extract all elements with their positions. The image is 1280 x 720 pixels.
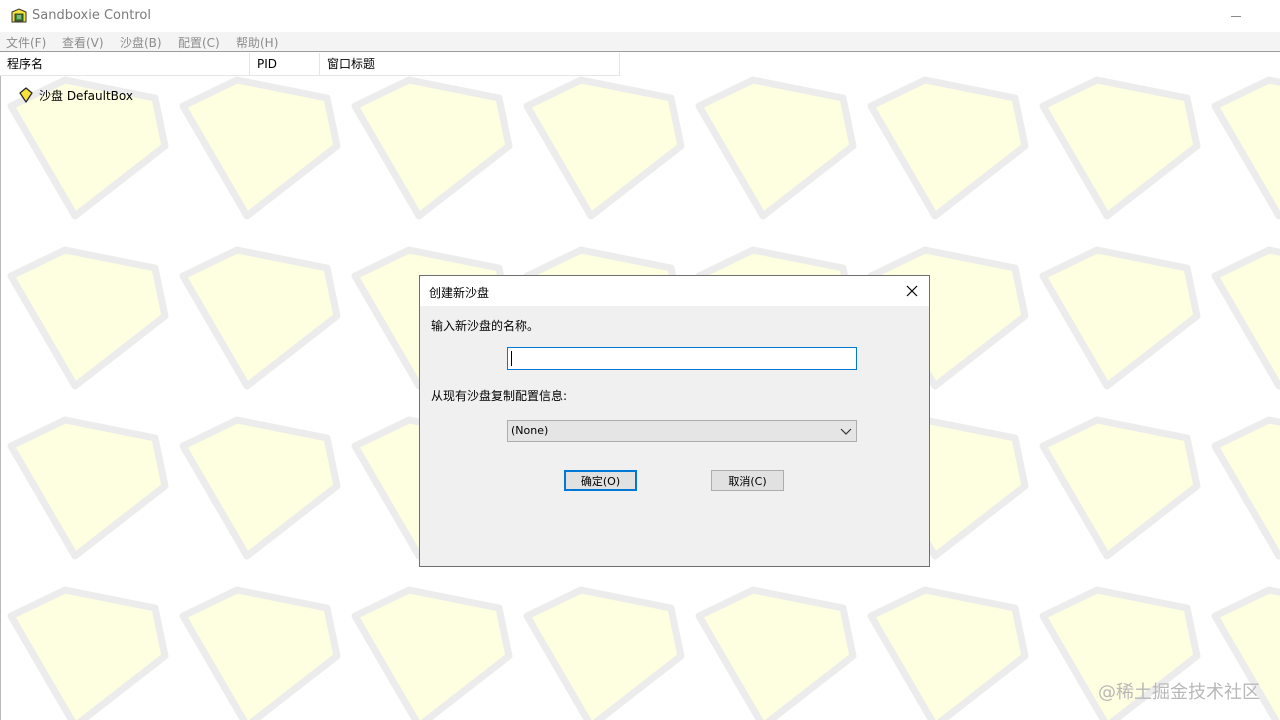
column-program-name[interactable]: 程序名 xyxy=(0,53,250,75)
copy-from-selected-value: (None) xyxy=(511,424,549,437)
text-caret xyxy=(511,351,512,366)
copy-config-prompt: 从现有沙盘复制配置信息: xyxy=(431,389,568,403)
app-title: Sandboxie Control xyxy=(32,8,151,23)
tree-item-defaultbox[interactable]: 沙盘 DefaultBox xyxy=(18,86,133,104)
menu-configure[interactable]: 配置(C) xyxy=(178,34,220,51)
maximize-button[interactable] xyxy=(1256,0,1280,32)
menu-file[interactable]: 文件(F) xyxy=(6,34,46,51)
dialog-title-bar: 创建新沙盘 xyxy=(420,276,929,306)
minimize-icon xyxy=(1231,15,1241,17)
sandbox-name-input[interactable] xyxy=(507,347,857,370)
tree-item-label: 沙盘 DefaultBox xyxy=(39,88,133,103)
menu-sandbox[interactable]: 沙盘(B) xyxy=(120,34,162,51)
column-pid[interactable]: PID xyxy=(250,53,320,75)
site-watermark: @稀土掘金技术社区 xyxy=(1098,682,1260,703)
sandbox-diamond-icon xyxy=(19,87,33,103)
create-sandbox-dialog: 创建新沙盘 输入新沙盘的名称。 从现有沙盘复制配置信息: (None) 确定(O… xyxy=(419,275,930,567)
sandboxie-control-window: Sandboxie Control 文件(F) 查看(V) 沙盘(B) 配置(C… xyxy=(0,0,1280,720)
cancel-button[interactable]: 取消(C) xyxy=(711,470,784,491)
chevron-down-icon xyxy=(840,428,852,435)
sandboxie-icon xyxy=(11,8,27,23)
minimize-button[interactable] xyxy=(1216,0,1256,32)
column-window-title[interactable]: 窗口标题 xyxy=(320,53,620,75)
ok-button[interactable]: 确定(O) xyxy=(564,470,637,491)
title-bar: Sandboxie Control xyxy=(0,0,1280,32)
dialog-close-button[interactable] xyxy=(898,280,926,302)
window-left-border xyxy=(0,53,1,720)
dialog-title: 创建新沙盘 xyxy=(429,286,490,300)
menu-help[interactable]: 帮助(H) xyxy=(236,34,278,51)
close-icon xyxy=(906,285,918,297)
menu-view[interactable]: 查看(V) xyxy=(62,34,104,51)
sandbox-name-prompt: 输入新沙盘的名称。 xyxy=(431,319,540,333)
copy-from-sandbox-select[interactable]: (None) xyxy=(507,420,857,442)
column-header: 程序名 PID 窗口标题 xyxy=(0,53,620,76)
menu-bar: 文件(F) 查看(V) 沙盘(B) 配置(C) 帮助(H) xyxy=(0,32,1280,52)
